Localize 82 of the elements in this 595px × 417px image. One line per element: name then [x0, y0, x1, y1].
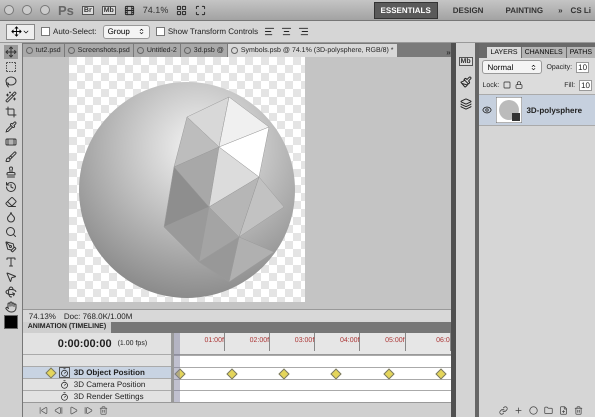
delete-icon[interactable] — [98, 406, 108, 414]
wand-icon[interactable] — [4, 90, 18, 104]
timeline-track[interactable]: 3D Object Position — [22, 366, 171, 378]
move-icon — [11, 26, 22, 37]
track-label: 3D Render Settings — [74, 392, 144, 401]
visibility-icon[interactable] — [482, 105, 492, 115]
lasso-icon[interactable] — [4, 75, 18, 89]
zoom-window-button[interactable] — [40, 5, 50, 15]
brush-icon[interactable] — [460, 76, 472, 88]
delete-icon[interactable] — [574, 406, 584, 414]
track-label: 3D Camera Position — [74, 380, 146, 389]
app-logo: Ps — [58, 2, 74, 18]
keyframe[interactable] — [174, 368, 186, 380]
minimize-window-button[interactable] — [22, 5, 32, 15]
timeline-track[interactable]: 3D Camera Position — [22, 378, 171, 390]
pen-icon[interactable] — [4, 240, 18, 254]
magnifier-icon[interactable] — [4, 225, 18, 239]
zoom-level[interactable]: 74.1% — [142, 5, 168, 15]
align-icon[interactable] — [298, 26, 310, 37]
blend-mode-dropdown[interactable]: Normal — [482, 60, 542, 74]
zoom-readout[interactable]: 74.13% — [28, 312, 56, 320]
history-brush-icon[interactable] — [4, 180, 18, 194]
timeline-track[interactable]: 3D Render Settings — [22, 390, 171, 402]
keyframe[interactable] — [226, 368, 238, 380]
foreground-swatch[interactable] — [4, 315, 18, 329]
new-layer-icon[interactable] — [559, 406, 568, 414]
stopwatch-icon[interactable] — [58, 391, 70, 402]
auto-select-dropdown[interactable]: Group — [102, 24, 150, 38]
align-icon[interactable] — [264, 26, 276, 37]
document-size: Doc: 768.0K/1.00M — [64, 312, 132, 320]
layer-row[interactable]: 3D-polysphere — [479, 94, 595, 126]
auto-select-checkbox[interactable] — [41, 27, 50, 36]
previous-frame-icon[interactable] — [54, 406, 63, 414]
brush-icon[interactable] — [4, 150, 18, 164]
layer-name: 3D-polysphere — [526, 106, 582, 114]
timecode: 0:00:00:00 — [58, 338, 112, 350]
screen-mode-icon[interactable] — [195, 4, 206, 16]
keyframe[interactable] — [435, 368, 446, 380]
checkbox-label: Auto-Select: — [53, 27, 97, 36]
eyedropper-icon[interactable] — [4, 120, 18, 134]
more-workspaces-button[interactable]: » — [558, 6, 563, 14]
play-icon[interactable] — [68, 406, 78, 414]
caret-icon — [530, 64, 538, 70]
keyframe[interactable] — [382, 368, 394, 380]
type-icon[interactable] — [4, 255, 18, 269]
stopwatch-icon[interactable] — [58, 379, 70, 390]
mask-icon[interactable] — [529, 406, 538, 414]
opacity-field[interactable]: 10 — [576, 62, 590, 72]
stamp-icon[interactable] — [4, 165, 18, 179]
workspace-button[interactable]: DESIGN — [446, 2, 490, 18]
crop-icon[interactable] — [4, 105, 18, 119]
film-icon[interactable] — [124, 4, 135, 16]
lock-icon[interactable] — [515, 81, 524, 89]
arrange-icon[interactable] — [176, 4, 188, 16]
fill-field[interactable]: 10 — [579, 80, 592, 90]
rotate-icon[interactable] — [4, 285, 18, 299]
layers-icon[interactable] — [460, 98, 472, 110]
link-icon[interactable] — [499, 406, 508, 414]
add-style-icon[interactable] — [514, 406, 524, 414]
folder-icon[interactable] — [544, 406, 554, 414]
eraser-icon[interactable] — [4, 195, 18, 209]
workspace-button[interactable]: ESSENTIALS — [374, 2, 438, 18]
lock-pixels-icon[interactable] — [503, 81, 512, 89]
hand-icon[interactable] — [4, 300, 18, 314]
align-icon[interactable] — [281, 26, 292, 37]
checkbox-label: Show Transform Controls — [168, 27, 258, 36]
move-icon[interactable] — [4, 45, 18, 59]
close-window-button[interactable] — [4, 5, 14, 15]
transform-controls-checkbox[interactable] — [156, 27, 165, 36]
first-frame-icon[interactable] — [38, 406, 48, 414]
track-label: 3D Object Position — [74, 368, 145, 377]
caret-icon — [138, 28, 145, 35]
keyframe[interactable] — [330, 368, 342, 380]
layer-thumbnail — [496, 97, 522, 123]
marquee-icon[interactable] — [4, 60, 18, 74]
next-frame-icon[interactable] — [84, 406, 93, 414]
tool-preset-button[interactable] — [6, 24, 35, 40]
keyframe[interactable] — [278, 368, 290, 380]
stopwatch-icon[interactable] — [58, 367, 70, 378]
cs-live-button[interactable]: CS Li — [570, 6, 591, 14]
pointer-icon[interactable] — [4, 270, 18, 284]
workspace-button[interactable]: PAINTING — [498, 2, 550, 18]
